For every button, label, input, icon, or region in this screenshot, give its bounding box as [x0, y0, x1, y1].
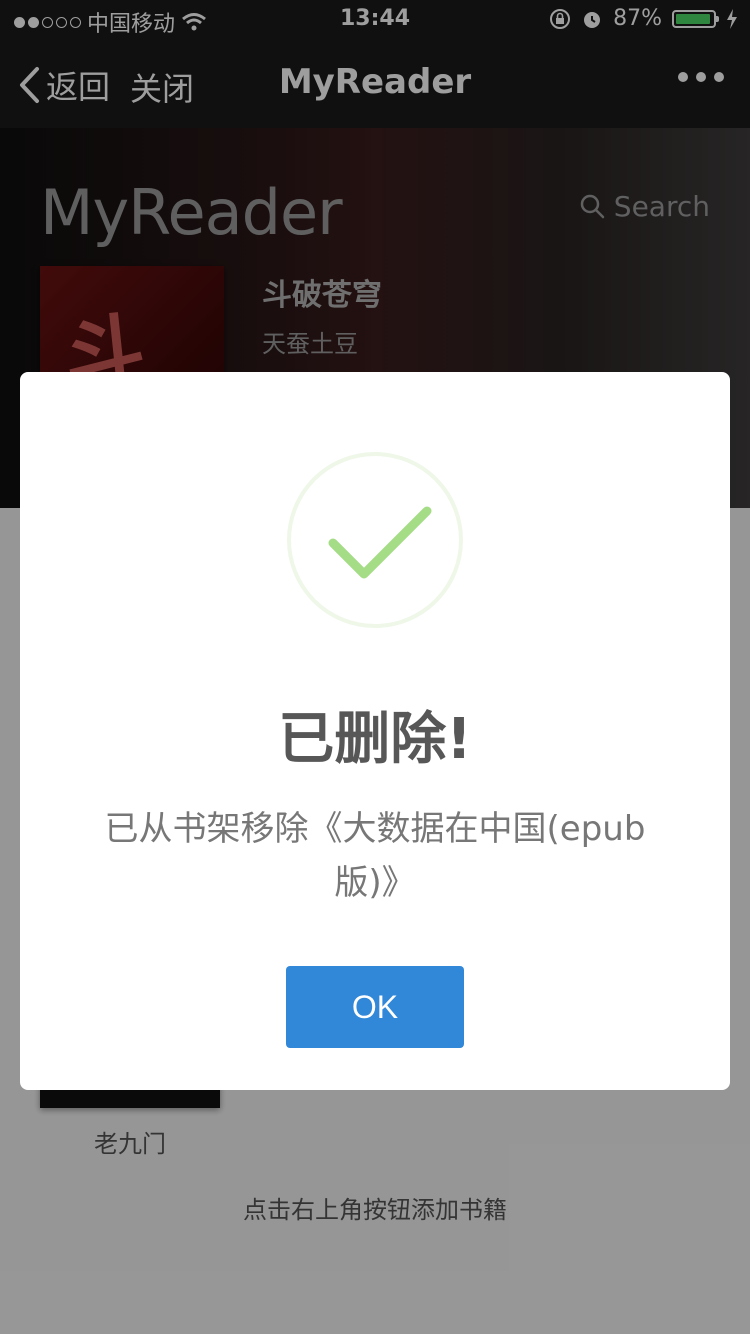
dialog-title: 已删除!	[278, 707, 472, 772]
ok-button[interactable]: OK	[286, 966, 464, 1048]
checkmark-icon	[328, 506, 432, 579]
success-dialog: 已删除! 已从书架移除《大数据在中国(epub版)》 OK	[20, 372, 730, 1090]
dialog-message: 已从书架移除《大数据在中国(epub版)》	[104, 809, 646, 903]
success-check-icon	[287, 452, 463, 628]
